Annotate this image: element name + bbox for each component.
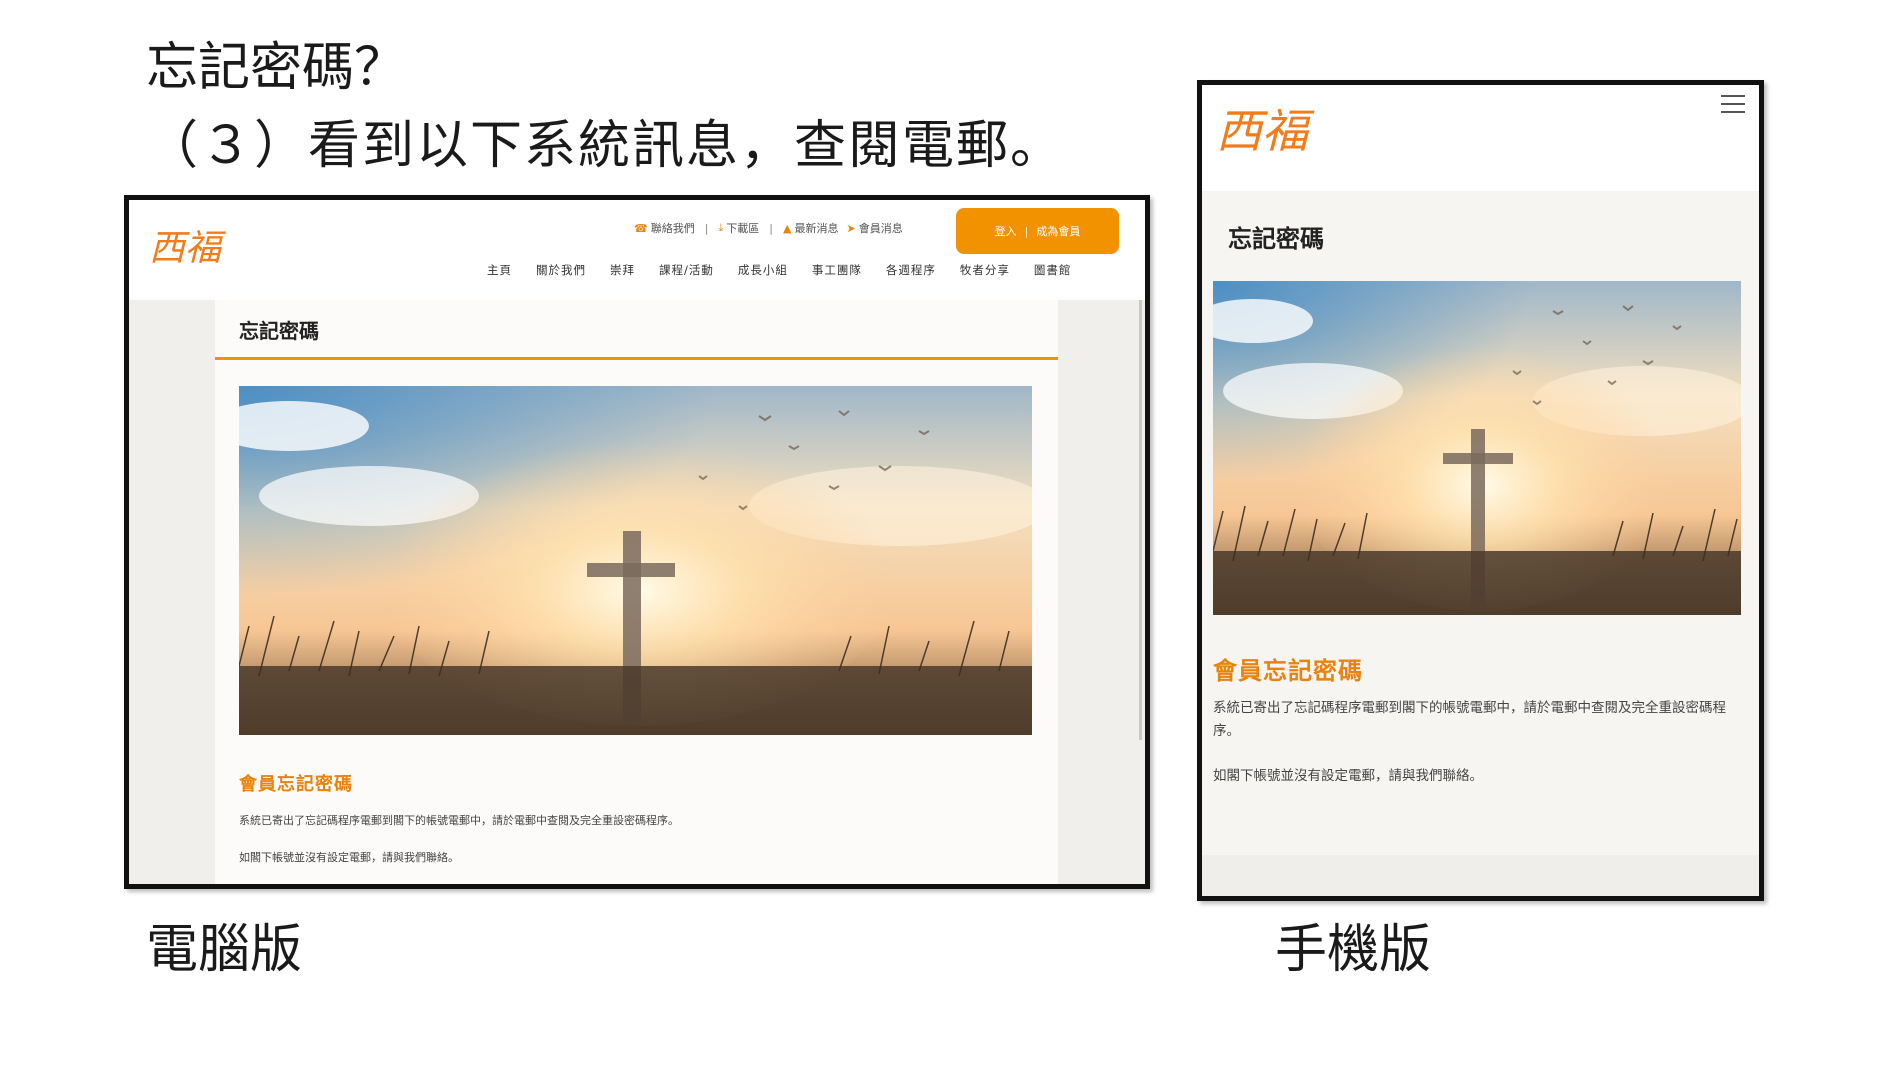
caption-desktop: 電腦版 [146, 920, 303, 980]
nav-item-ministry[interactable]: 事工團隊 [812, 262, 862, 278]
site-logo[interactable]: 西福 [1214, 95, 1334, 169]
topbar-link-download[interactable]: ⤓ 下載區 [718, 220, 759, 236]
left-gutter [129, 300, 215, 884]
topbar-link-news[interactable]: ▲ 最新消息 [783, 220, 838, 236]
scrollbar[interactable] [1139, 300, 1142, 740]
send-icon: ➤ [846, 221, 856, 235]
notice-contact-message: 如閣下帳號並沒有設定電郵，請與我們聯絡。 [1213, 768, 1483, 784]
nav-item-bulletin[interactable]: 各週程序 [886, 262, 936, 278]
topbar-link-contact[interactable]: ☎ 聯絡我們 [634, 220, 695, 236]
notice-heading: 會員忘記密碼 [1213, 657, 1363, 685]
top-utility-bar: ☎ 聯絡我們 | ⤓ 下載區 | ▲ 最新消息 ➤ 會員消息 [634, 216, 903, 240]
menu-icon[interactable] [1721, 95, 1745, 113]
bell-icon: ▲ [783, 221, 792, 235]
mobile-header: 西福 [1202, 85, 1759, 191]
desktop-screenshot: 西福 ☎ 聯絡我們 | ⤓ 下載區 | ▲ 最新消息 ➤ 會員消息 登入 | 成… [124, 195, 1150, 889]
svg-text:西福: 西福 [1216, 104, 1315, 158]
notice-message: 系統已寄出了忘記碼程序電郵到閣下的帳號電郵中，請於電郵中查閱及完全重設密碼程序。 [1213, 700, 1726, 739]
site-logo[interactable]: 西福 [147, 220, 237, 274]
nav-item-groups[interactable]: 成長小組 [738, 262, 788, 278]
notice-heading: 會員忘記密碼 [239, 774, 353, 795]
download-icon: ⤓ [718, 221, 724, 234]
notice-contact-message: 如閣下帳號並沒有設定電郵，請與我們聯絡。 [239, 851, 459, 864]
footer-strip [1202, 855, 1759, 896]
page-title: 忘記密碼 [239, 319, 319, 343]
divider: | [769, 221, 774, 235]
nav-item-about[interactable]: 關於我們 [536, 262, 586, 278]
account-box: 登入 | 成為會員 [956, 208, 1119, 254]
nav-item-home[interactable]: 主頁 [487, 262, 512, 278]
title-underline [215, 357, 1058, 360]
right-gutter [1050, 300, 1145, 884]
login-button[interactable]: 登入 [995, 223, 1017, 239]
site-header: 西福 ☎ 聯絡我們 | ⤓ 下載區 | ▲ 最新消息 ➤ 會員消息 登入 | 成… [129, 200, 1145, 300]
main-content: 忘記密碼 會員忘記密碼 系統已寄出了忘記碼程序電郵到閣下的帳號電郵中，請於電郵中… [215, 300, 1058, 884]
nav-item-pastor[interactable]: 牧者分享 [960, 262, 1010, 278]
hero-image [1213, 281, 1741, 615]
nav-item-courses[interactable]: 課程/活動 [659, 262, 714, 278]
topbar-link-member-news[interactable]: ➤ 會員消息 [846, 220, 902, 236]
logo-mark: 西福 [149, 228, 227, 269]
nav-item-library[interactable]: 圖書館 [1034, 262, 1072, 278]
logo-mark: 西福 [1216, 104, 1315, 158]
slide-title: 忘記密碼？ [146, 38, 407, 98]
divider: | [704, 221, 709, 235]
notice-message: 系統已寄出了忘記碼程序電郵到閣下的帳號電郵中，請於電郵中查閱及完全重設密碼程序。 [239, 814, 679, 827]
page-title: 忘記密碼 [1228, 225, 1324, 253]
register-button[interactable]: 成為會員 [1036, 223, 1080, 239]
svg-text:西福: 西福 [149, 228, 227, 269]
caption-mobile: 手機版 [1275, 920, 1432, 980]
slide-subtitle: （３）看到以下系統訊息，查閱電郵。 [146, 116, 1065, 176]
hero-image [239, 386, 1032, 735]
phone-icon: ☎ [634, 221, 648, 235]
nav-item-worship[interactable]: 崇拜 [610, 262, 635, 278]
divider: | [1024, 224, 1029, 238]
mobile-screenshot: 西福 忘記密碼 會員忘記密碼 系統已寄出了忘記碼程序電郵到閣下的帳號電郵中，請於… [1197, 80, 1764, 901]
main-navigation: 主頁 關於我們 崇拜 課程/活動 成長小組 事工團隊 各週程序 牧者分享 圖書館 [487, 262, 1071, 278]
